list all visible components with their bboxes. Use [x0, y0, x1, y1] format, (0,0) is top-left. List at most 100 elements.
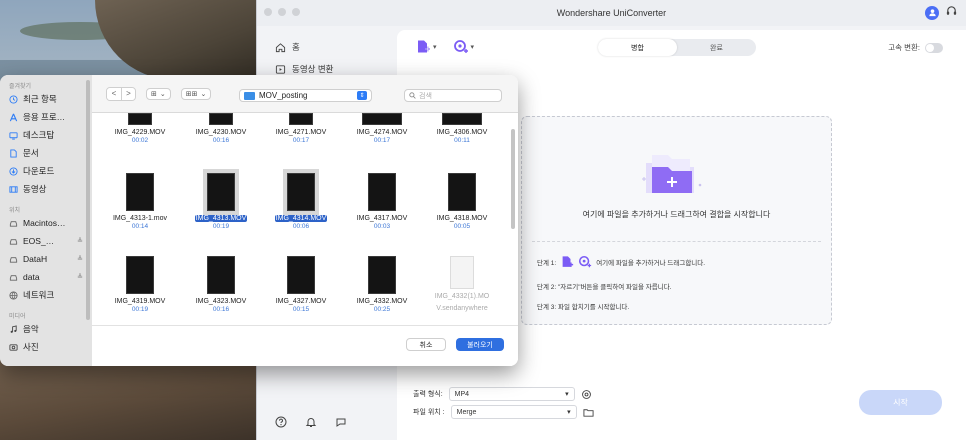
add-file-button[interactable]: ▾: [415, 39, 437, 55]
path-popup[interactable]: MOV_posting ⇕: [239, 89, 372, 102]
settings-icon[interactable]: [581, 389, 592, 400]
close-window-button[interactable]: [264, 8, 272, 16]
video-thumbnail: [126, 256, 154, 294]
add-media-button[interactable]: ▾: [453, 39, 474, 55]
sidebar-item-desktop[interactable]: 데스크탑: [0, 126, 92, 144]
file-item[interactable]: IMG_4306.MOV 00:11: [422, 113, 502, 144]
file-name: IMG_4319.MOV: [114, 298, 166, 305]
convert-icon: [275, 64, 286, 74]
file-duration: 00:14: [131, 223, 149, 230]
user-icon[interactable]: [925, 5, 939, 20]
search-field[interactable]: 검색: [404, 89, 502, 102]
video-thumbnail: [442, 113, 482, 125]
tab-merge[interactable]: 병합: [598, 39, 677, 56]
sidebar-item-eos[interactable]: EOS_… ≜: [0, 232, 92, 250]
file-duration: 00:03: [373, 223, 391, 230]
start-button[interactable]: 시작: [859, 390, 942, 415]
file-item[interactable]: IMG_4317.MOV 00:03: [342, 173, 422, 230]
sidebar-item-data[interactable]: data ≜: [0, 268, 92, 286]
back-button[interactable]: <: [107, 87, 121, 100]
file-item[interactable]: IMG_4318.MOV 00:05: [422, 173, 502, 230]
sidebar-scrollbar[interactable]: [86, 80, 90, 320]
folder-icon: [244, 91, 255, 100]
sidebar-item-photos[interactable]: 사진: [0, 338, 92, 356]
title-bar: Wondershare UniConverter: [257, 0, 966, 26]
chevron-down-icon: ▾: [433, 44, 437, 51]
file-item-selected[interactable]: IMG_4314.MOV 00:06: [261, 169, 341, 230]
sidebar-item-network[interactable]: 네트워크: [0, 286, 92, 304]
video-thumbnail: [203, 169, 239, 215]
eject-icon[interactable]: ≜: [77, 255, 83, 263]
chevron-down-icon: ▾: [567, 409, 571, 416]
file-location-select[interactable]: Merge ▾: [450, 405, 577, 419]
folder-icon[interactable]: [583, 407, 594, 418]
file-item[interactable]: IMG_4274.MOV 00:17: [342, 113, 422, 144]
eject-icon[interactable]: ≜: [77, 273, 83, 281]
window-controls: [264, 8, 300, 16]
app-title: Wondershare UniConverter: [556, 8, 667, 18]
view-mode-button[interactable]: ⊞ ⌄: [146, 87, 171, 100]
locations-label: 위치: [9, 208, 21, 214]
add-file-icon: [418, 40, 430, 53]
minimize-window-button[interactable]: [278, 8, 286, 16]
file-item[interactable]: IMG_4271.MOV 00:17: [261, 113, 341, 144]
sidebar-item-macintosh[interactable]: Macintos…: [0, 214, 92, 232]
sidebar-item-home[interactable]: 홈: [257, 36, 397, 58]
file-duration: 00:15: [292, 306, 310, 313]
file-name: IMG_4306.MOV: [436, 129, 488, 136]
high-speed-toggle[interactable]: [925, 42, 943, 53]
file-item[interactable]: IMG_4229.MOV 00:02: [100, 113, 180, 144]
sidebar-item-applications[interactable]: 응용 프로…: [0, 108, 92, 126]
file-item-selected[interactable]: IMG_4313.MOV 00:19: [181, 169, 261, 230]
file-location-label: 파일 위치 :: [413, 409, 445, 416]
add-media-icon: [579, 255, 592, 268]
open-button[interactable]: 불러오기: [456, 338, 504, 351]
output-format-label: 출력 형식:: [413, 391, 443, 398]
drop-zone-text: 여기에 파일을 추가하거나 드래그하여 결합을 시작합니다: [582, 210, 771, 219]
file-location-row: 파일 위치 : Merge ▾: [413, 405, 594, 419]
file-grid-scrollbar[interactable]: [511, 129, 515, 229]
drive-icon: [9, 238, 18, 245]
film-icon: [9, 185, 18, 193]
file-name: IMG_4274.MOV: [356, 129, 408, 136]
group-button[interactable]: ⊞⊞ ⌄: [180, 87, 212, 100]
bell-icon[interactable]: [305, 416, 317, 428]
step-1: 단계 1: 여기에 파일을 추가하거나 드래그합니다.: [537, 255, 705, 269]
sidebar-item-label: 응용 프로…: [23, 112, 66, 122]
feedback-icon[interactable]: [335, 416, 347, 428]
eject-icon[interactable]: ≜: [77, 237, 83, 245]
support-icon[interactable]: [945, 5, 958, 20]
file-item[interactable]: IMG_4313-1.mov 00:14: [100, 173, 180, 230]
file-name: IMG_4327.MOV: [275, 298, 327, 305]
file-item[interactable]: IMG_4323.MOV 00:16: [181, 256, 261, 313]
sidebar-item-downloads[interactable]: 다운로드: [0, 162, 92, 180]
output-format-select[interactable]: MP4 ▾: [448, 387, 575, 401]
sidebar-item-movies[interactable]: 동영상: [0, 180, 92, 198]
video-thumbnail: [368, 173, 396, 211]
file-duration: 00:17: [292, 137, 310, 144]
segment-control: 병합 완료: [598, 39, 756, 56]
sidebar-item-datah[interactable]: DataH ≜: [0, 250, 92, 268]
file-item[interactable]: IMG_4319.MOV 00:19: [100, 256, 180, 313]
tab-finished[interactable]: 완료: [677, 39, 756, 56]
help-icon[interactable]: [275, 416, 287, 428]
sidebar-item-label: 다운로드: [23, 166, 55, 176]
forward-button[interactable]: >: [121, 87, 135, 100]
sidebar-item-label: 음악: [23, 324, 39, 334]
cancel-button[interactable]: 취소: [406, 338, 446, 351]
drop-zone[interactable]: 여기에 파일을 추가하거나 드래그하여 결합을 시작합니다 단계 1: 여기에 …: [521, 116, 832, 325]
sidebar-item-music[interactable]: 음악: [0, 320, 92, 338]
favorites-label: 즐겨찾기: [9, 84, 32, 90]
file-name: IMG_4317.MOV: [356, 215, 408, 222]
step-1-prefix: 단계 1:: [537, 260, 557, 267]
file-duration: 00:25: [373, 306, 391, 313]
file-location-value: Merge: [456, 408, 477, 416]
step-1-text: 여기에 파일을 추가하거나 드래그합니다.: [596, 260, 706, 267]
file-item[interactable]: IMG_4332.MOV 00:25: [342, 256, 422, 313]
sidebar-item-recents[interactable]: 최근 항목: [0, 90, 92, 108]
chevron-down-icon: ⌄: [200, 90, 207, 98]
file-item[interactable]: IMG_4327.MOV 00:15: [261, 256, 341, 313]
file-item[interactable]: IMG_4230.MOV 00:16: [181, 113, 261, 144]
sidebar-item-documents[interactable]: 문서: [0, 144, 92, 162]
zoom-window-button[interactable]: [292, 8, 300, 16]
